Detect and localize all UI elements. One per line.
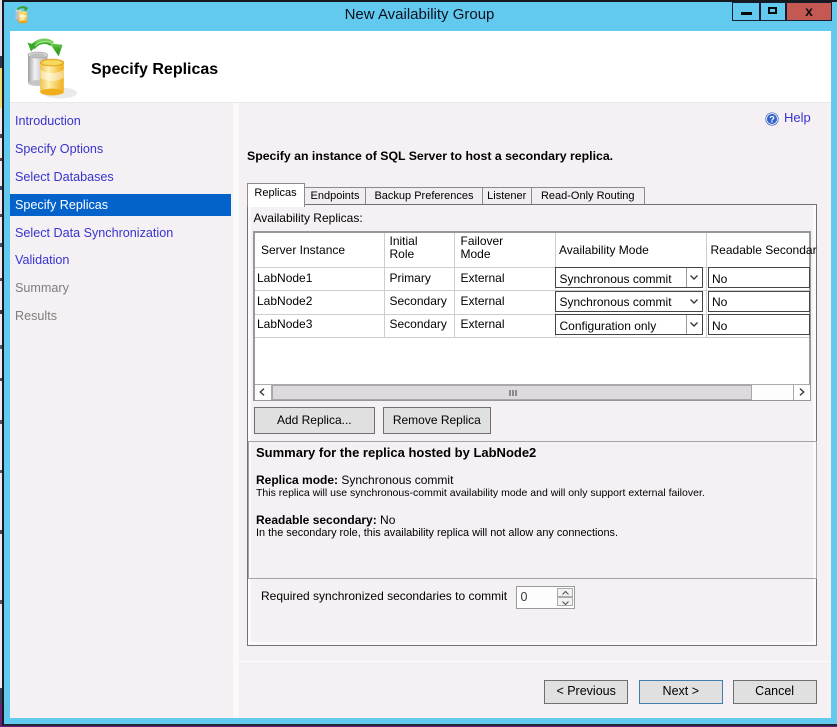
svg-text:?: ? <box>769 114 775 124</box>
